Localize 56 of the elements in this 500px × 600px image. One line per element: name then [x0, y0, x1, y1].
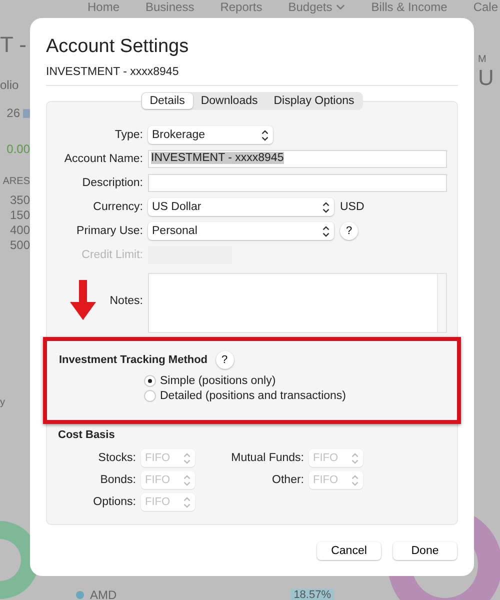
field-label: Primary Use: — [76, 225, 143, 237]
field-label: Credit Limit: — [82, 249, 143, 261]
section-title: Investment Tracking Method — [59, 354, 208, 366]
stepper-icon — [351, 452, 359, 464]
page-title: T - — [0, 32, 26, 58]
stepper-icon — [322, 202, 330, 212]
calendar-icon[interactable] — [23, 108, 30, 118]
notes-field[interactable] — [148, 273, 447, 333]
field-label: Type: — [114, 129, 143, 141]
tab[interactable]: Details — [142, 93, 193, 109]
table-cell: 500 — [10, 238, 30, 253]
currency-code: USD — [340, 201, 364, 213]
field-label: Stocks: — [97, 452, 136, 464]
caption-text: M — [478, 54, 488, 65]
stepper-icon — [322, 226, 330, 236]
stepper-icon — [183, 496, 191, 508]
chevron-down-icon — [336, 4, 346, 10]
dialog-title: Account Settings — [46, 36, 190, 58]
help-button[interactable]: ? — [216, 351, 234, 369]
summary-value: U — [478, 65, 494, 91]
radio-option[interactable]: Simple (positions only) — [145, 375, 445, 387]
field-label: Options: — [92, 496, 136, 508]
input-field[interactable]: INVESTMENT - xxxx8945 — [148, 150, 447, 168]
field-label: Mutual Funds: — [230, 452, 304, 464]
dropdown[interactable]: Brokerage — [148, 126, 273, 144]
field-label: Notes: — [110, 295, 143, 307]
legend-dot — [76, 591, 84, 599]
field-label: Description: — [82, 177, 143, 189]
table-cell: 400 — [10, 223, 30, 238]
stepper-icon — [183, 474, 191, 486]
field-label: Currency: — [93, 201, 143, 213]
legend-label: AMD — [90, 588, 117, 600]
amount-value: 0.00 — [6, 142, 30, 156]
footer-text: y — [0, 397, 5, 408]
column-header: ARES — [2, 176, 30, 187]
percentage-badge: 18.57% — [290, 589, 334, 600]
account-subtitle: INVESTMENT - xxxx8945 — [46, 66, 180, 78]
stepper-icon — [261, 130, 269, 140]
section-title: Cost Basis — [58, 429, 115, 441]
input-field[interactable] — [148, 174, 447, 192]
arrow-icon — [70, 280, 96, 320]
dropdown[interactable]: US Dollar — [148, 198, 334, 216]
dialog-button[interactable]: Done — [393, 542, 457, 560]
help-button[interactable]: ? — [340, 222, 358, 240]
field-label: Account Name: — [64, 153, 143, 165]
table-cell: 150 — [10, 208, 30, 223]
radio-option[interactable]: Detailed (positions and transactions) — [145, 390, 445, 402]
dropdown[interactable]: Personal — [148, 222, 334, 240]
stepper-icon — [183, 452, 191, 464]
dialog-button[interactable]: Cancel — [317, 542, 381, 560]
tab[interactable]: Downloads — [192, 93, 266, 109]
stepper-icon — [351, 474, 359, 486]
field-label: Other: — [271, 474, 304, 486]
field-label: Bonds: — [99, 474, 136, 486]
table-cell: 350 — [10, 193, 30, 208]
tab[interactable]: Display Options — [266, 93, 362, 109]
